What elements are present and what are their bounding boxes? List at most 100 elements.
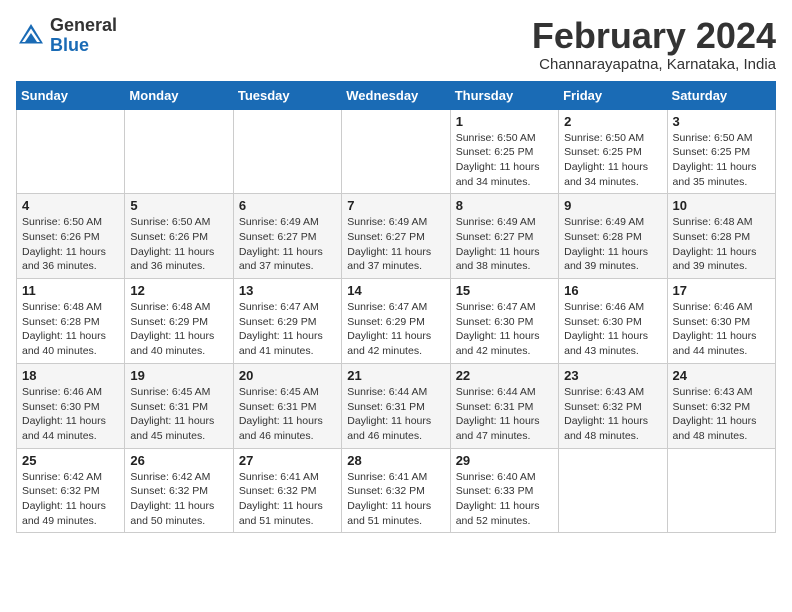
day-info: Sunrise: 6:50 AM Sunset: 6:26 PM Dayligh… — [130, 215, 227, 274]
day-info: Sunrise: 6:48 AM Sunset: 6:28 PM Dayligh… — [673, 215, 770, 274]
calendar-body: 1 Sunrise: 6:50 AM Sunset: 6:25 PM Daylig… — [17, 109, 776, 533]
day-number: 27 — [239, 453, 336, 468]
day-number: 10 — [673, 198, 770, 213]
day-number: 29 — [456, 453, 553, 468]
calendar-cell: 3 Sunrise: 6:50 AM Sunset: 6:25 PM Daylig… — [667, 109, 775, 194]
day-info: Sunrise: 6:49 AM Sunset: 6:27 PM Dayligh… — [239, 215, 336, 274]
logo-icon — [16, 21, 46, 51]
calendar-cell — [667, 448, 775, 533]
month-title: February 2024 — [532, 16, 776, 56]
calendar-cell: 6 Sunrise: 6:49 AM Sunset: 6:27 PM Daylig… — [233, 194, 341, 279]
day-number: 17 — [673, 283, 770, 298]
day-info: Sunrise: 6:48 AM Sunset: 6:29 PM Dayligh… — [130, 300, 227, 359]
day-number: 12 — [130, 283, 227, 298]
calendar-cell: 4 Sunrise: 6:50 AM Sunset: 6:26 PM Daylig… — [17, 194, 125, 279]
day-info: Sunrise: 6:49 AM Sunset: 6:28 PM Dayligh… — [564, 215, 661, 274]
day-info: Sunrise: 6:46 AM Sunset: 6:30 PM Dayligh… — [673, 300, 770, 359]
week-row-2: 11 Sunrise: 6:48 AM Sunset: 6:28 PM Dayli… — [17, 279, 776, 364]
calendar-header: SundayMondayTuesdayWednesdayThursdayFrid… — [17, 81, 776, 109]
calendar-cell: 2Sunrise: 6:50 AM Sunset: 6:25 PM Daylig… — [559, 109, 667, 194]
week-row-0: 1 Sunrise: 6:50 AM Sunset: 6:25 PM Daylig… — [17, 109, 776, 194]
day-info: Sunrise: 6:42 AM Sunset: 6:32 PM Dayligh… — [130, 470, 227, 529]
calendar-cell: 19 Sunrise: 6:45 AM Sunset: 6:31 PM Dayli… — [125, 363, 233, 448]
calendar-cell — [342, 109, 450, 194]
header-thursday: Thursday — [450, 81, 558, 109]
logo-blue: Blue — [50, 36, 117, 56]
week-row-3: 18 Sunrise: 6:46 AM Sunset: 6:30 PM Dayli… — [17, 363, 776, 448]
title-block: February 2024 Channarayapatna, Karnataka… — [532, 16, 776, 73]
day-info: Sunrise: 6:46 AM Sunset: 6:30 PM Dayligh… — [22, 385, 119, 444]
day-number: 19 — [130, 368, 227, 383]
day-info: Sunrise: 6:41 AM Sunset: 6:32 PM Dayligh… — [239, 470, 336, 529]
calendar-cell — [125, 109, 233, 194]
calendar-cell: 17 Sunrise: 6:46 AM Sunset: 6:30 PM Dayli… — [667, 279, 775, 364]
day-number: 23 — [564, 368, 661, 383]
day-number: 21 — [347, 368, 444, 383]
calendar-cell: 1 Sunrise: 6:50 AM Sunset: 6:25 PM Daylig… — [450, 109, 558, 194]
calendar-cell: 21 Sunrise: 6:44 AM Sunset: 6:31 PM Dayli… — [342, 363, 450, 448]
day-number: 6 — [239, 198, 336, 213]
day-number: 18 — [22, 368, 119, 383]
day-number: 22 — [456, 368, 553, 383]
day-info: Sunrise: 6:44 AM Sunset: 6:31 PM Dayligh… — [456, 385, 553, 444]
calendar-cell — [233, 109, 341, 194]
day-number: 15 — [456, 283, 553, 298]
calendar-cell: 18 Sunrise: 6:46 AM Sunset: 6:30 PM Dayli… — [17, 363, 125, 448]
logo-text: General Blue — [50, 16, 117, 56]
calendar-cell — [17, 109, 125, 194]
day-number: 26 — [130, 453, 227, 468]
day-number: 16 — [564, 283, 661, 298]
day-number: 1 — [456, 114, 553, 129]
day-number: 28 — [347, 453, 444, 468]
calendar-cell: 16 Sunrise: 6:46 AM Sunset: 6:30 PM Dayli… — [559, 279, 667, 364]
calendar-cell: 11 Sunrise: 6:48 AM Sunset: 6:28 PM Dayli… — [17, 279, 125, 364]
day-info: Sunrise: 6:43 AM Sunset: 6:32 PM Dayligh… — [673, 385, 770, 444]
day-info: Sunrise: 6:50 AM Sunset: 6:25 PM Dayligh… — [456, 131, 553, 190]
header-row: SundayMondayTuesdayWednesdayThursdayFrid… — [17, 81, 776, 109]
header-wednesday: Wednesday — [342, 81, 450, 109]
calendar-cell: 20Sunrise: 6:45 AM Sunset: 6:31 PM Dayli… — [233, 363, 341, 448]
calendar-cell: 23 Sunrise: 6:43 AM Sunset: 6:32 PM Dayli… — [559, 363, 667, 448]
calendar-cell: 26 Sunrise: 6:42 AM Sunset: 6:32 PM Dayli… — [125, 448, 233, 533]
calendar: SundayMondayTuesdayWednesdayThursdayFrid… — [16, 81, 776, 534]
day-number: 14 — [347, 283, 444, 298]
day-number: 4 — [22, 198, 119, 213]
calendar-cell: 28Sunrise: 6:41 AM Sunset: 6:32 PM Dayli… — [342, 448, 450, 533]
day-info: Sunrise: 6:50 AM Sunset: 6:26 PM Dayligh… — [22, 215, 119, 274]
calendar-cell: 27 Sunrise: 6:41 AM Sunset: 6:32 PM Dayli… — [233, 448, 341, 533]
header-tuesday: Tuesday — [233, 81, 341, 109]
day-info: Sunrise: 6:49 AM Sunset: 6:27 PM Dayligh… — [347, 215, 444, 274]
day-info: Sunrise: 6:43 AM Sunset: 6:32 PM Dayligh… — [564, 385, 661, 444]
location: Channarayapatna, Karnataka, India — [532, 56, 776, 73]
day-info: Sunrise: 6:49 AM Sunset: 6:27 PM Dayligh… — [456, 215, 553, 274]
day-number: 11 — [22, 283, 119, 298]
day-number: 25 — [22, 453, 119, 468]
header-saturday: Saturday — [667, 81, 775, 109]
page-header: General Blue February 2024 Channarayapat… — [16, 16, 776, 73]
day-number: 3 — [673, 114, 770, 129]
day-info: Sunrise: 6:42 AM Sunset: 6:32 PM Dayligh… — [22, 470, 119, 529]
day-info: Sunrise: 6:46 AM Sunset: 6:30 PM Dayligh… — [564, 300, 661, 359]
day-info: Sunrise: 6:47 AM Sunset: 6:30 PM Dayligh… — [456, 300, 553, 359]
calendar-cell: 13Sunrise: 6:47 AM Sunset: 6:29 PM Dayli… — [233, 279, 341, 364]
calendar-cell: 5 Sunrise: 6:50 AM Sunset: 6:26 PM Daylig… — [125, 194, 233, 279]
calendar-cell: 10 Sunrise: 6:48 AM Sunset: 6:28 PM Dayli… — [667, 194, 775, 279]
day-info: Sunrise: 6:50 AM Sunset: 6:25 PM Dayligh… — [564, 131, 661, 190]
day-info: Sunrise: 6:45 AM Sunset: 6:31 PM Dayligh… — [130, 385, 227, 444]
calendar-cell: 22 Sunrise: 6:44 AM Sunset: 6:31 PM Dayli… — [450, 363, 558, 448]
day-info: Sunrise: 6:47 AM Sunset: 6:29 PM Dayligh… — [239, 300, 336, 359]
day-info: Sunrise: 6:47 AM Sunset: 6:29 PM Dayligh… — [347, 300, 444, 359]
day-info: Sunrise: 6:44 AM Sunset: 6:31 PM Dayligh… — [347, 385, 444, 444]
header-friday: Friday — [559, 81, 667, 109]
day-info: Sunrise: 6:48 AM Sunset: 6:28 PM Dayligh… — [22, 300, 119, 359]
day-number: 9 — [564, 198, 661, 213]
day-info: Sunrise: 6:50 AM Sunset: 6:25 PM Dayligh… — [673, 131, 770, 190]
logo-general: General — [50, 16, 117, 36]
calendar-cell: 29Sunrise: 6:40 AM Sunset: 6:33 PM Dayli… — [450, 448, 558, 533]
calendar-cell: 24Sunrise: 6:43 AM Sunset: 6:32 PM Dayli… — [667, 363, 775, 448]
day-number: 20 — [239, 368, 336, 383]
calendar-cell: 7Sunrise: 6:49 AM Sunset: 6:27 PM Daylig… — [342, 194, 450, 279]
day-number: 5 — [130, 198, 227, 213]
calendar-cell: 8Sunrise: 6:49 AM Sunset: 6:27 PM Daylig… — [450, 194, 558, 279]
week-row-1: 4 Sunrise: 6:50 AM Sunset: 6:26 PM Daylig… — [17, 194, 776, 279]
